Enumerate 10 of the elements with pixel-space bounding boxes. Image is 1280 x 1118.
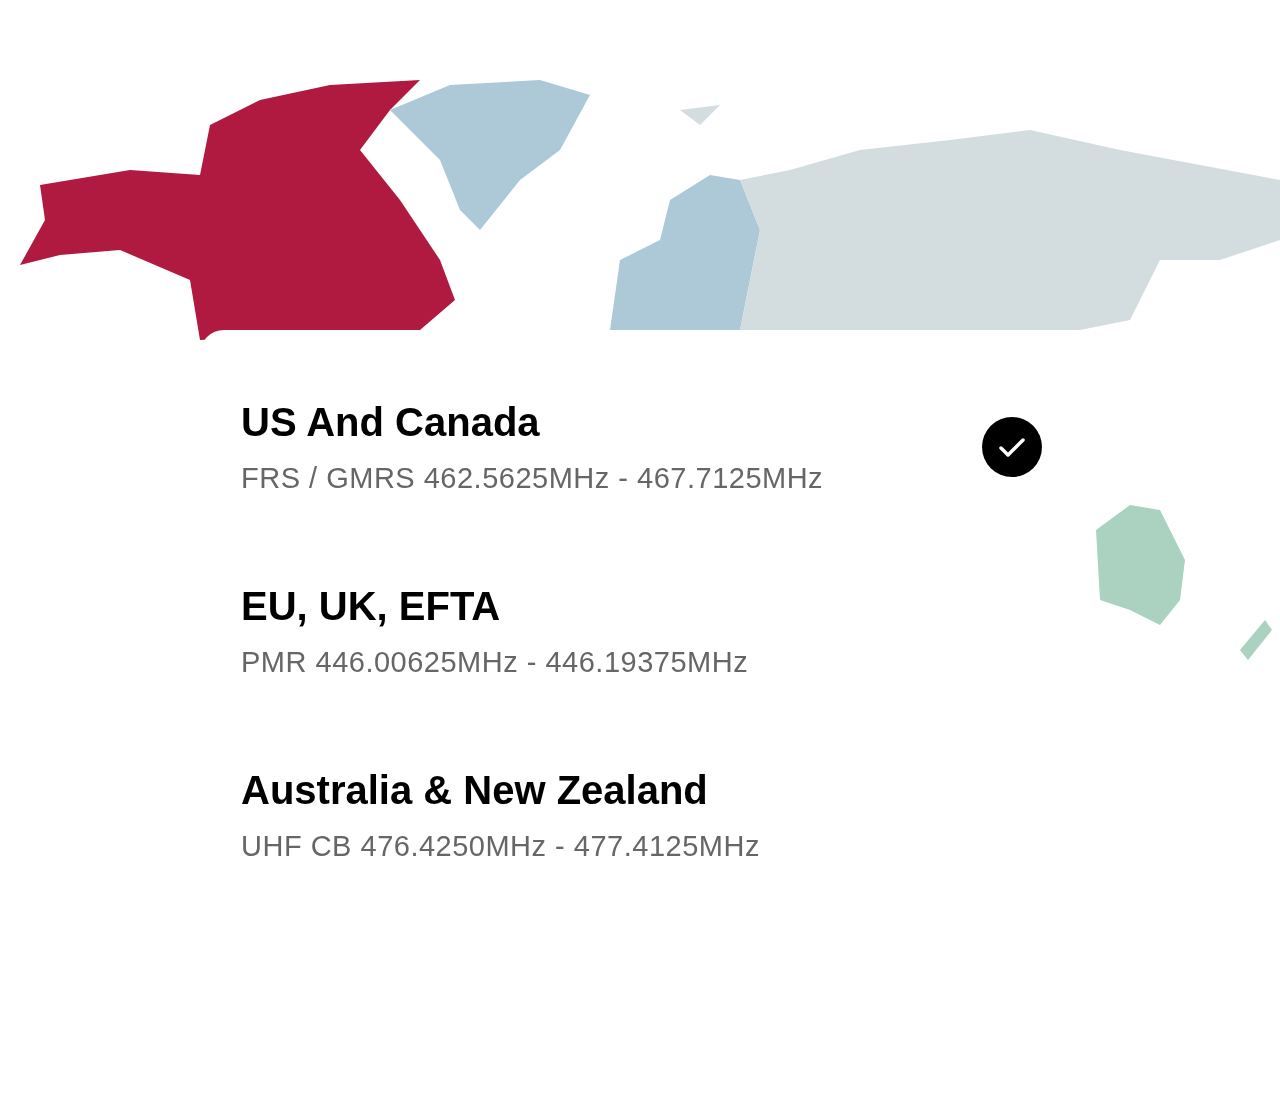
frequency-label: PMR 446.00625MHz - 446.19375MHz bbox=[241, 645, 749, 680]
region-option[interactable]: EU, UK, EFTA PMR 446.00625MHz - 446.19375MHz bbox=[241, 582, 1042, 680]
region-name: US And Canada bbox=[241, 399, 541, 446]
region-name: Australia & New Zealand bbox=[241, 767, 709, 814]
frequency-label: UHF CB 476.4250MHz - 477.4125MHz bbox=[241, 829, 760, 864]
region-option[interactable]: US And Canada FRS / GMRS 462.5625MHz - 467.7125MHz bbox=[241, 398, 1042, 496]
frequency-label: FRS / GMRS 462.5625MHz - 467.7125MHz bbox=[241, 461, 824, 496]
region-name: EU, UK, EFTA bbox=[241, 583, 502, 630]
check-icon bbox=[982, 417, 1042, 477]
region-option[interactable]: Australia & New Zealand UHF CB 476.4250MHz - 477.4125MHz bbox=[241, 766, 1042, 864]
